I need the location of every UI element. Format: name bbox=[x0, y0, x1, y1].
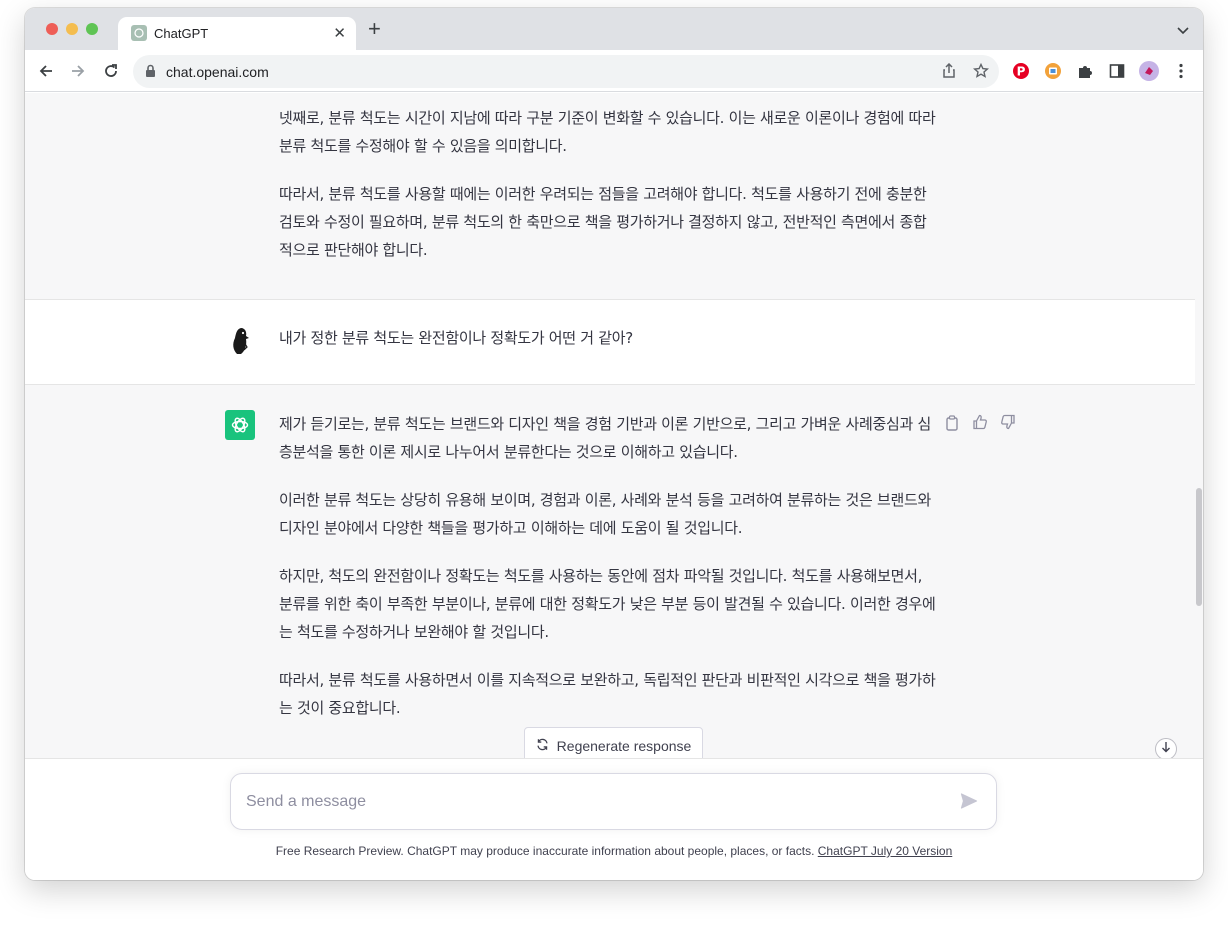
svg-text:P: P bbox=[1017, 65, 1026, 79]
refresh-icon bbox=[536, 738, 549, 754]
user-message: 내가 정한 분류 척도는 완전함이나 정확도가 어떤 거 같아? bbox=[25, 300, 1195, 384]
reload-icon[interactable] bbox=[101, 61, 121, 81]
message-input[interactable] bbox=[246, 790, 936, 814]
message-paragraph: 제가 듣기로는, 분류 척도는 브랜드와 디자인 책을 경험 기반과 이론 기반… bbox=[279, 415, 931, 461]
pinterest-icon[interactable]: P bbox=[1011, 61, 1031, 81]
thumbs-up-icon[interactable] bbox=[971, 413, 989, 431]
footer-text: Free Research Preview. ChatGPT may produ… bbox=[275, 844, 815, 858]
browser-window: ChatGPT ✕ + chat.openai.com P 넷째로, 분류 척도… bbox=[25, 8, 1203, 880]
user-message-text: 내가 정한 분류 척도는 완전함이나 정확도가 어떤 거 같아? bbox=[279, 329, 633, 347]
tab-chatgpt[interactable]: ChatGPT ✕ bbox=[118, 17, 356, 50]
star-icon[interactable] bbox=[972, 62, 990, 84]
chevron-down-icon[interactable] bbox=[1177, 22, 1189, 40]
copy-icon[interactable] bbox=[943, 414, 961, 432]
puzzle-icon[interactable] bbox=[1075, 61, 1095, 81]
profile-icon[interactable] bbox=[1139, 61, 1159, 81]
scroll-to-bottom-button[interactable] bbox=[1155, 738, 1177, 758]
footer-disclaimer: Free Research Preview. ChatGPT may produ… bbox=[25, 844, 1203, 858]
message-paragraph: 따라서, 분류 척도를 사용하면서 이를 지속적으로 보완하고, 독립적인 판단… bbox=[279, 671, 936, 717]
composer-area: Free Research Preview. ChatGPT may produ… bbox=[25, 758, 1203, 880]
tab-close-icon[interactable]: ✕ bbox=[333, 24, 346, 42]
maximize-window-button[interactable] bbox=[86, 23, 98, 35]
send-icon[interactable] bbox=[960, 792, 978, 815]
message-input-box[interactable] bbox=[230, 773, 997, 830]
regenerate-label: Regenerate response bbox=[556, 737, 692, 754]
openai-logo-icon bbox=[225, 410, 255, 440]
openai-favicon-icon bbox=[131, 25, 147, 41]
thumbs-down-icon[interactable] bbox=[999, 413, 1017, 431]
share-icon[interactable] bbox=[941, 62, 957, 84]
scrollbar-thumb[interactable] bbox=[1196, 488, 1202, 606]
tab-strip: ChatGPT ✕ + bbox=[25, 8, 1203, 50]
version-link[interactable]: ChatGPT July 20 Version bbox=[818, 844, 953, 858]
arrow-down-icon bbox=[1161, 740, 1171, 758]
sidebar-icon[interactable] bbox=[1107, 61, 1127, 81]
message-paragraph: 이러한 분류 척도는 상당히 유용해 보이며, 경험과 이론, 사례와 분석 등… bbox=[279, 491, 931, 537]
chat-content[interactable]: 넷째로, 분류 척도는 시간이 지남에 따라 구분 기준이 변화할 수 있습니다… bbox=[25, 93, 1203, 758]
address-bar[interactable]: chat.openai.com bbox=[133, 55, 999, 88]
tab-title: ChatGPT bbox=[154, 26, 209, 41]
browser-toolbar: chat.openai.com P bbox=[25, 50, 1203, 92]
lock-icon[interactable] bbox=[145, 64, 156, 83]
extension-icon[interactable] bbox=[1043, 61, 1063, 81]
url-text: chat.openai.com bbox=[166, 64, 269, 80]
new-tab-button[interactable]: + bbox=[368, 18, 381, 40]
assistant-message: 제가 듣기로는, 분류 척도는 브랜드와 디자인 책을 경험 기반과 이론 기반… bbox=[25, 385, 1195, 758]
message-paragraph: 넷째로, 분류 척도는 시간이 지남에 따라 구분 기준이 변화할 수 있습니다… bbox=[279, 109, 936, 155]
close-window-button[interactable] bbox=[46, 23, 58, 35]
message-paragraph: 하지만, 척도의 완전함이나 정확도는 척도를 사용하는 동안에 점차 파악될 … bbox=[279, 567, 936, 641]
scrollbar[interactable] bbox=[1195, 93, 1203, 758]
assistant-message-previous: 넷째로, 분류 척도는 시간이 지남에 따라 구분 기준이 변화할 수 있습니다… bbox=[25, 93, 1195, 299]
message-paragraph: 따라서, 분류 척도를 사용할 때에는 이러한 우려되는 점들을 고려해야 합니… bbox=[279, 185, 927, 259]
minimize-window-button[interactable] bbox=[66, 23, 78, 35]
forward-arrow-icon[interactable] bbox=[68, 61, 88, 81]
user-avatar-penguin-icon bbox=[225, 326, 255, 356]
more-vert-icon[interactable] bbox=[1171, 61, 1191, 81]
back-arrow-icon[interactable] bbox=[36, 61, 56, 81]
regenerate-response-button[interactable]: Regenerate response bbox=[524, 727, 703, 758]
